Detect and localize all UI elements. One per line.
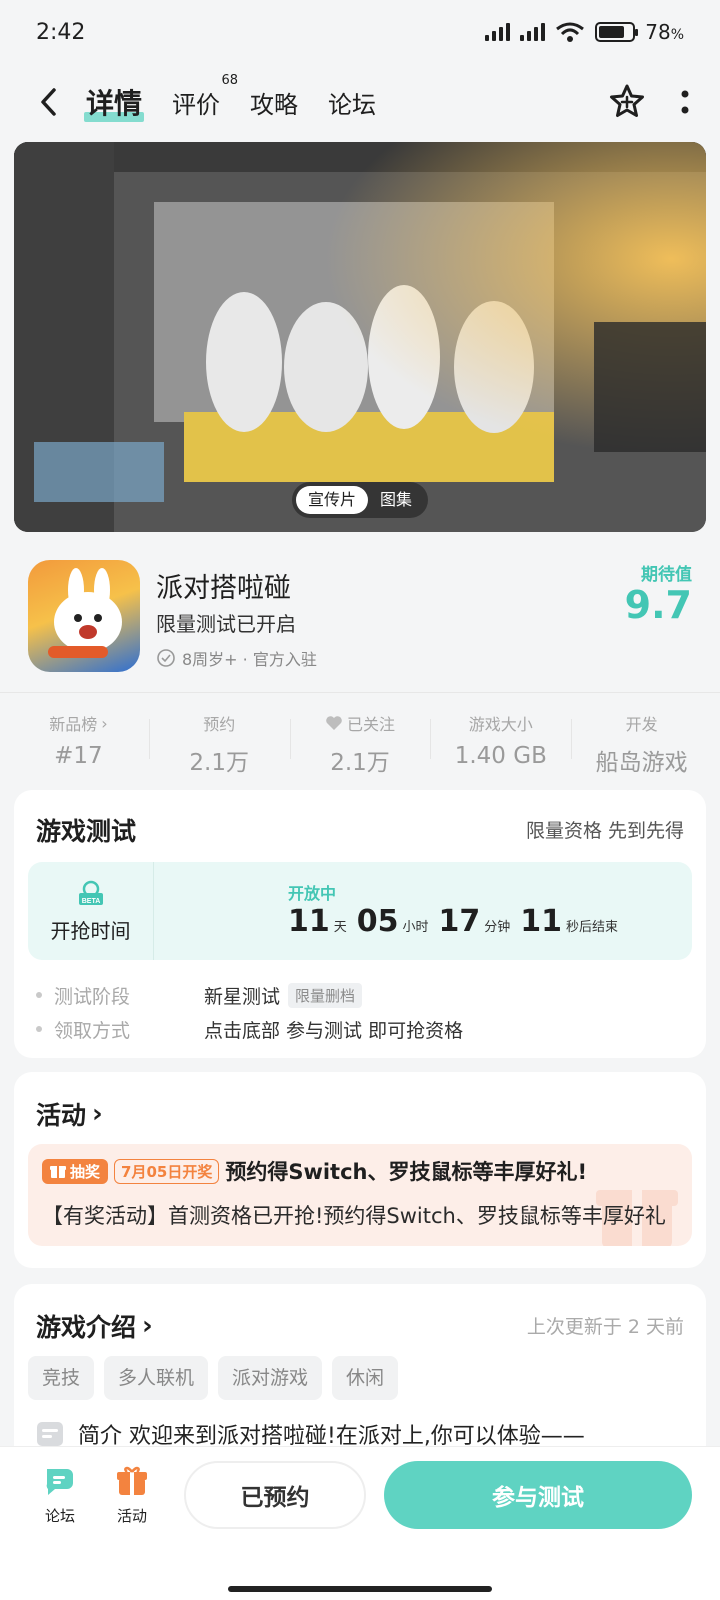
- stat-ranking[interactable]: 新品榜 › #17: [8, 693, 149, 782]
- more-vertical-icon[interactable]: [680, 88, 690, 116]
- tag-chip[interactable]: 多人联机: [104, 1356, 209, 1400]
- tab-reviews[interactable]: 评价 68: [172, 73, 238, 120]
- claim-method-row: 领取方式 点击底部 参与测试 即可抢资格: [36, 1012, 676, 1046]
- review-count: 68: [221, 72, 239, 88]
- test-tag: 限量删档: [288, 982, 363, 1008]
- forum-chat-icon: [46, 1469, 73, 1495]
- activity-card: 活动 › 抽奖 7月05日开奖 预约得Switch、罗技鼠标等丰厚好礼! 【有奖…: [14, 1072, 706, 1268]
- reserved-button[interactable]: 已预约: [184, 1461, 366, 1529]
- tab-details[interactable]: 详情: [83, 82, 145, 122]
- media-toggle: 宣传片 图集: [291, 482, 429, 518]
- stats-row: 新品榜 › #17 预约 2.1万 已关注 2.1万 游戏大小 1.40 GB 开…: [0, 692, 720, 782]
- top-nav: 详情 评价 68 攻略 论坛: [0, 68, 720, 136]
- bottom-forum[interactable]: 论坛: [30, 1465, 90, 1526]
- chevron-right-icon: ›: [101, 713, 108, 733]
- test-card-title: 游戏测试: [36, 817, 137, 846]
- test-details: 测试阶段 新星测试 限量删档 领取方式 点击底部 参与测试 即可抢资格: [36, 978, 676, 1046]
- favorite-star-icon[interactable]: [608, 83, 646, 121]
- status-bar: 2:42 78%: [0, 0, 720, 64]
- open-time-label: 开抢时间: [50, 918, 131, 943]
- bottom-action-bar: 论坛 活动 已预约 参与测试: [0, 1446, 720, 1600]
- game-header: 派对搭啦碰 限量测试已开启 8周岁+ · 官方入驻 期待值 9.7: [28, 560, 692, 672]
- document-icon: [37, 1422, 63, 1446]
- battery-icon: [595, 22, 639, 42]
- expectation-score: 期待值 9.7: [625, 560, 692, 625]
- test-countdown-box: BETA 开抢时间 开放中 11 天 05 小时 17 分钟 11 秒后结束: [28, 862, 692, 960]
- expectation-label: 期待值: [641, 565, 692, 585]
- stat-size: 游戏大小 1.40 GB: [430, 693, 571, 782]
- test-status: 开放中: [288, 884, 337, 903]
- tab-trailer[interactable]: 宣传片: [295, 486, 368, 514]
- signal-icon: [485, 23, 511, 41]
- tag-chip[interactable]: 派对游戏: [218, 1356, 323, 1400]
- tab-guides[interactable]: 攻略: [250, 85, 298, 120]
- hero-video[interactable]: 宣传片 图集: [14, 142, 706, 532]
- verified-check-icon: [157, 649, 175, 667]
- genre-tags: 竞技 多人联机 派对游戏 休闲: [28, 1356, 399, 1400]
- expectation-value: 9.7: [624, 583, 692, 627]
- test-note: 限量资格 先到先得: [525, 820, 684, 842]
- game-title: 派对搭啦碰: [156, 573, 291, 604]
- gift-icon: [50, 1166, 66, 1178]
- tag-chip[interactable]: 竞技: [28, 1356, 95, 1400]
- app-icon: [28, 560, 140, 672]
- activity-headline: 预约得Switch、罗技鼠标等丰厚好礼!: [225, 1160, 588, 1184]
- signal-icon-2: [520, 23, 546, 41]
- game-meta: 8周岁+ · 官方入驻: [156, 646, 317, 670]
- chevron-right-icon: ›: [92, 1099, 103, 1129]
- countdown: 11 天 05 小时 17 分钟 11 秒后结束: [288, 904, 619, 939]
- lottery-badge: 抽奖: [42, 1158, 109, 1184]
- test-stage-row: 测试阶段 新星测试 限量删档: [36, 978, 676, 1012]
- tag-chip[interactable]: 休闲: [332, 1356, 399, 1400]
- game-test-card: 游戏测试 限量资格 先到先得 BETA 开抢时间 开放中 11 天 05 小时 17…: [14, 790, 706, 1058]
- game-intro-card: 游戏介绍 › 上次更新于 2 天前 竞技 多人联机 派对游戏 休闲 简介 欢迎来…: [14, 1284, 706, 1464]
- home-indicator[interactable]: [228, 1586, 492, 1592]
- back-button[interactable]: [30, 84, 66, 120]
- status-icons: 78%: [485, 20, 684, 44]
- activity-item[interactable]: 抽奖 7月05日开奖 预约得Switch、罗技鼠标等丰厚好礼! 【有奖活动】首测…: [28, 1144, 692, 1246]
- status-time: 2:42: [36, 19, 86, 45]
- intro-title[interactable]: 游戏介绍 ›: [36, 1308, 153, 1344]
- hero-image: [14, 142, 706, 532]
- stat-followers[interactable]: 已关注 2.1万: [289, 693, 431, 782]
- battery-level: 78%: [645, 20, 684, 44]
- game-subtitle: 限量测试已开启: [156, 612, 296, 636]
- tab-forum[interactable]: 论坛: [328, 85, 376, 120]
- heart-check-icon: [326, 716, 342, 730]
- draw-date-badge: 7月05日开奖: [114, 1158, 220, 1184]
- stat-developer[interactable]: 开发 船岛游戏: [571, 693, 712, 782]
- beta-timer-icon: BETA: [78, 880, 103, 905]
- last-updated: 上次更新于 2 天前: [526, 1316, 684, 1338]
- activity-description: 【有奖活动】首测资格已开抢!预约得Switch、罗技鼠标等丰厚好礼: [42, 1204, 666, 1228]
- svg-text:BETA: BETA: [81, 898, 100, 905]
- chevron-left-icon: [41, 88, 56, 116]
- activity-title[interactable]: 活动 ›: [36, 1096, 103, 1132]
- tab-gallery[interactable]: 图集: [368, 486, 424, 514]
- stat-reservations: 预约 2.1万: [148, 693, 290, 782]
- gift-icon: [117, 1466, 147, 1495]
- bottom-activity[interactable]: 活动: [102, 1465, 162, 1526]
- wifi-icon: [556, 22, 585, 42]
- chevron-right-icon: ›: [142, 1311, 153, 1341]
- join-test-button[interactable]: 参与测试: [384, 1461, 692, 1529]
